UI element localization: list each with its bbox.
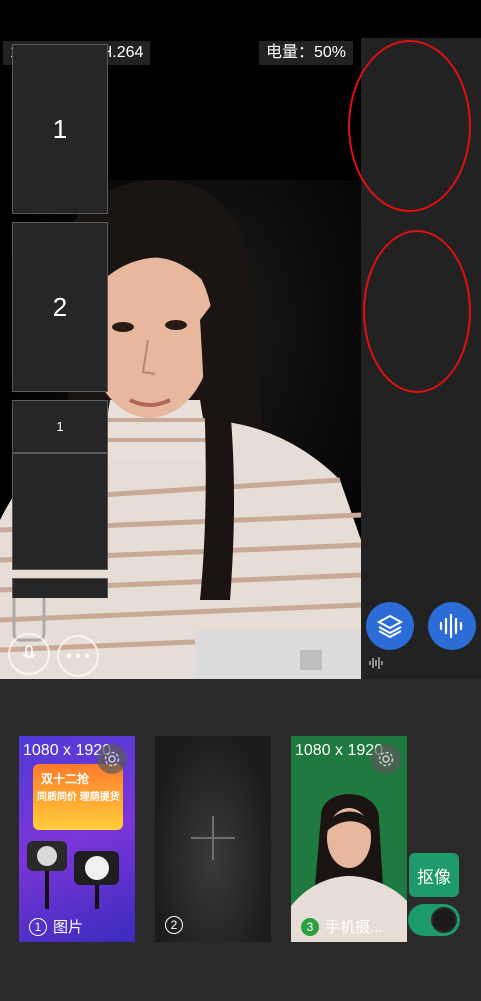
source-settings-button[interactable] — [371, 744, 401, 774]
scene-slot-4[interactable] — [12, 453, 108, 570]
scene-slot-5[interactable] — [12, 578, 108, 598]
scene-slot-label: 1 — [52, 113, 68, 144]
toggle-knob — [431, 907, 457, 933]
source-index-badge: 3 — [301, 917, 319, 936]
keying-button[interactable]: 抠像 — [409, 853, 459, 897]
scene-slot-label: 1 — [56, 419, 64, 434]
gear-icon — [378, 751, 394, 767]
source-caption: 1 图片 — [29, 916, 83, 937]
source-label: 手机摄... — [325, 919, 383, 936]
poster-text-1: 双十二抢 — [41, 772, 90, 786]
scene-slot-1[interactable]: 1 — [12, 44, 108, 214]
source-tile-camera[interactable]: 1080 x 1920 3 手机摄... — [291, 736, 407, 942]
source-tile-empty[interactable]: 2 — [155, 736, 271, 942]
source-settings-button[interactable] — [97, 744, 127, 774]
more-dots-icon — [66, 653, 90, 659]
layers-icon — [376, 614, 404, 639]
source-label: 图片 — [53, 919, 84, 936]
add-source-icon — [191, 816, 235, 860]
audio-mixer-button[interactable] — [428, 602, 476, 650]
mic-toggle-button[interactable] — [8, 633, 50, 675]
scene-slot-3[interactable]: 1 — [12, 400, 108, 453]
annotation-circle-1 — [348, 40, 471, 212]
source-index-badge: 2 — [165, 916, 183, 934]
source-index-badge: 1 — [29, 917, 47, 936]
source-caption: 3 手机摄... — [301, 916, 383, 937]
product-lights-image — [27, 841, 119, 909]
audio-wave-icon — [439, 613, 463, 639]
more-options-button[interactable] — [57, 635, 99, 677]
source-caption: 2 — [165, 916, 183, 934]
gear-icon — [104, 751, 120, 767]
annotation-circle-2 — [363, 230, 471, 393]
scene-slot-label: 2 — [52, 291, 68, 322]
audio-level-icon — [369, 657, 383, 669]
mic-icon — [22, 645, 36, 659]
battery-level-badge: 电量：50% — [258, 41, 353, 65]
source-resolution: 1080 x 1920 — [295, 742, 384, 759]
scene-slot-2[interactable]: 2 — [12, 222, 108, 392]
keying-toggle[interactable] — [408, 904, 460, 936]
poster-text-2: 同质同价 理荫提货 — [37, 792, 120, 803]
layers-button[interactable] — [366, 602, 414, 650]
